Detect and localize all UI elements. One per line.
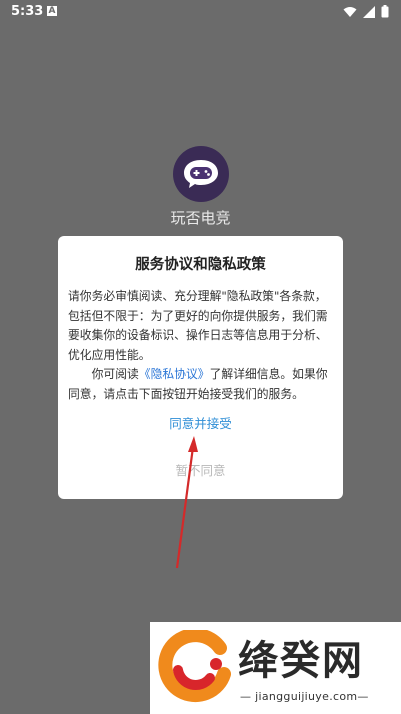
watermark-logo (158, 630, 231, 703)
red-arrow-annotation (175, 436, 198, 569)
watermark-url: jiangguijiuye.com (240, 690, 369, 703)
watermark-title: 绛癸网 (238, 637, 364, 684)
watermark: 绛癸网 jiangguijiuye.com (150, 622, 401, 714)
